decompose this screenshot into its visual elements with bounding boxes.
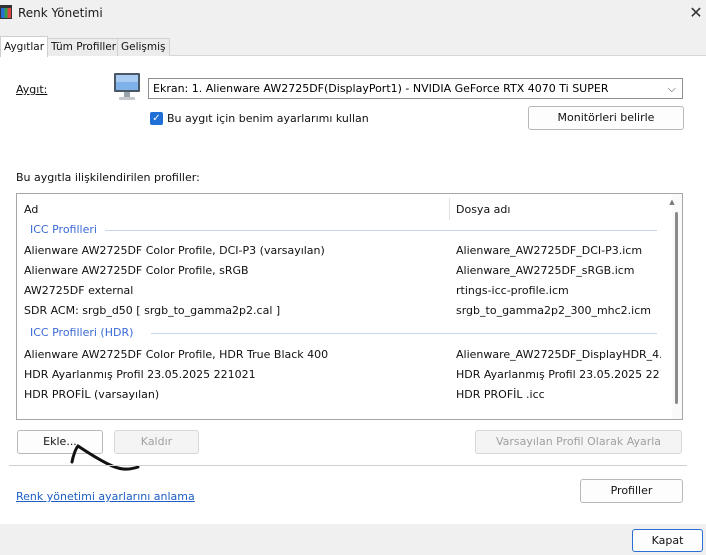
list-item[interactable]: AW2725DF external [24,284,444,297]
list-item-file[interactable]: srgb_to_gamma2p2_300_mhc2.icm [456,304,661,317]
window-title: Renk Yönetimi [18,6,103,20]
help-link[interactable]: Renk yönetimi ayarlarını anlama [16,490,195,503]
list-item-file[interactable]: Alienware_AW2725DF_sRGB.icm [456,264,661,277]
list-item[interactable]: HDR Ayarlanmış Profil 23.05.2025 221021 [24,368,444,381]
color-management-icon [0,5,12,19]
list-item-file[interactable]: HDR Ayarlanmış Profil 23.05.2025 221... [456,368,661,381]
group-header-icc: ICC Profilleri [30,223,97,236]
list-item[interactable]: Alienware AW2725DF Color Profile, HDR Tr… [24,348,444,361]
use-my-settings-checkbox[interactable]: ✓ [150,112,163,125]
identify-monitors-button[interactable]: Monitörleri belirle [528,106,684,130]
column-separator [449,198,450,220]
profiles-section-label: Bu aygıtla ilişkilendirilen profiller: [16,171,200,184]
chevron-down-icon: ⌵ [667,82,676,95]
monitor-icon [114,73,140,100]
tab-all-profiles[interactable]: Tüm Profiller [47,38,121,56]
device-label-text: Aygıt: [16,83,48,96]
tab-devices[interactable]: Aygıtlar [0,36,49,57]
column-header-name[interactable]: Ad [24,203,38,216]
list-item[interactable]: HDR PROFİL (varsayılan) [24,388,444,401]
list-item[interactable]: Alienware AW2725DF Color Profile, sRGB [24,264,444,277]
scroll-up-icon[interactable]: ▲ [667,197,677,207]
list-item-file[interactable]: Alienware_AW2725DF_DCI-P3.icm [456,244,661,257]
device-label: Aygıt: [16,83,47,96]
profiles-list[interactable]: Ad Dosya adı ICC Profilleri Alienware AW… [16,193,683,420]
list-item[interactable]: SDR ACM: srgb_d50 [ srgb_to_gamma2p2.cal… [24,304,444,317]
list-item[interactable]: Alienware AW2725DF Color Profile, DCI-P3… [24,244,444,257]
device-select-value: Ekran: 1. Alienware AW2725DF(DisplayPort… [153,82,609,95]
section-divider [9,465,687,466]
column-header-filename[interactable]: Dosya adı [456,203,510,216]
list-item-file[interactable]: HDR PROFİL .icc [456,388,661,401]
group-divider [151,333,657,334]
title-bar [0,0,706,28]
profiles-button[interactable]: Profiller [580,479,683,503]
tab-advanced[interactable]: Gelişmiş [117,38,170,56]
pen-annotation [70,444,140,471]
device-select[interactable]: Ekran: 1. Alienware AW2725DF(DisplayPort… [148,78,683,99]
list-item-file[interactable]: Alienware_AW2725DF_DisplayHDR_4... [456,348,661,361]
group-divider [105,230,657,231]
use-my-settings-label[interactable]: Bu aygıt için benim ayarlarımı kullan [167,112,369,125]
set-default-profile-button[interactable]: Varsayılan Profil Olarak Ayarla [475,430,682,454]
close-button[interactable]: Kapat [632,529,703,552]
scrollbar-thumb[interactable] [675,212,678,404]
list-item-file[interactable]: rtings-icc-profile.icm [456,284,661,297]
close-icon[interactable]: ✕ [686,3,706,23]
group-header-icc-hdr: ICC Profilleri (HDR) [30,326,134,339]
